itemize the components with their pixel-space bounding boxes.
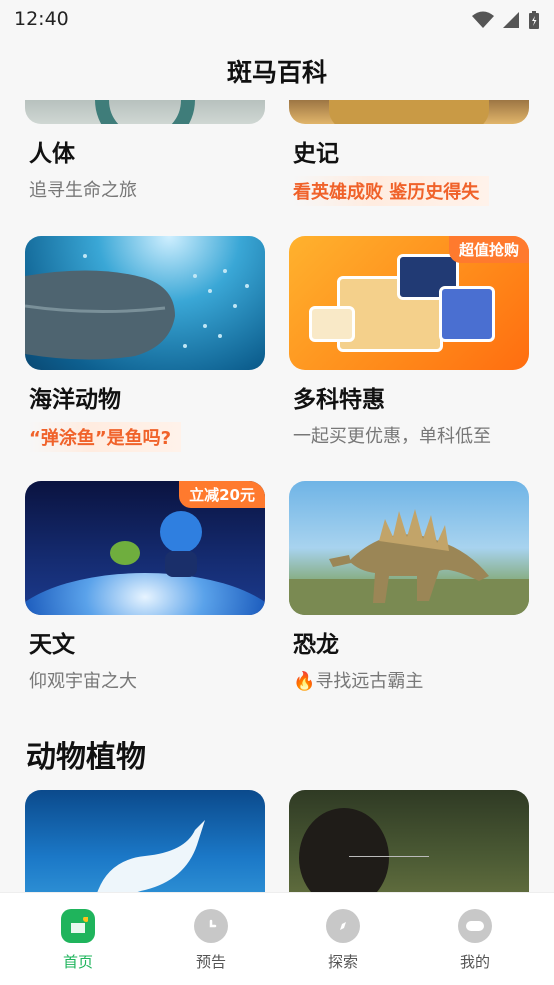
- card-subtitle: 仰观宇宙之大: [29, 671, 137, 692]
- card-title: 天文: [29, 632, 75, 658]
- card-subtitle: 看英雄成败 鉴历史得失: [293, 176, 490, 206]
- course-card-dinosaur[interactable]: 恐龙 🔥寻找远古霸主: [289, 481, 529, 693]
- tab-mine[interactable]: 我的: [435, 909, 515, 972]
- card-title: 史记: [293, 141, 339, 167]
- card-subtitle: 追寻生命之旅: [29, 180, 137, 201]
- signal-icon: [503, 12, 519, 28]
- status-time: 12:40: [14, 8, 69, 30]
- course-thumbnail: 立减20元: [25, 481, 265, 615]
- tab-label: 我的: [459, 953, 490, 971]
- card-subtitle: “弹涂鱼”是鱼吗?: [29, 422, 182, 452]
- course-thumbnail: [289, 481, 529, 615]
- tab-home[interactable]: 首页: [38, 909, 118, 972]
- card-subtitle-text: 寻找远古霸主: [315, 671, 424, 692]
- card-title: 多科特惠: [293, 387, 385, 413]
- tab-label: 探索: [327, 953, 358, 971]
- course-card-astronomy[interactable]: 立减20元 天文 仰观宇宙之大: [25, 481, 265, 693]
- section-title: 动物植物: [26, 740, 146, 775]
- course-card-ocean-animals[interactable]: 海洋动物 “弹涂鱼”是鱼吗?: [25, 236, 265, 452]
- promo-badge: 立减20元: [179, 481, 265, 508]
- profile-icon: [458, 909, 492, 943]
- content-scroll[interactable]: 人体 追寻生命之旅 史记 看英雄成败 鉴历史得失 海洋动物 “弹涂鱼”是鱼吗?: [0, 100, 554, 892]
- page-title: 斑马百科: [226, 58, 327, 87]
- course-card-chimpanzee[interactable]: [289, 790, 529, 892]
- home-icon: [61, 909, 95, 943]
- whale-illustration: [25, 254, 249, 360]
- course-card-beluga[interactable]: [25, 790, 265, 892]
- course-thumbnail: [289, 790, 529, 892]
- card-subtitle: 🔥寻找远古霸主: [293, 667, 529, 693]
- course-thumbnail: [289, 100, 529, 124]
- tab-label: 预告: [195, 953, 226, 971]
- card-title: 海洋动物: [29, 387, 121, 413]
- header: 斑马百科: [0, 50, 554, 96]
- clock-icon: [194, 909, 228, 943]
- tab-label: 首页: [62, 953, 93, 971]
- course-thumbnail: 超值抢购: [289, 236, 529, 370]
- dinosaur-illustration: [289, 509, 529, 615]
- wifi-icon: [472, 11, 494, 28]
- course-thumbnail: [25, 236, 265, 370]
- tab-explore[interactable]: 探索: [303, 909, 383, 972]
- card-title: 人体: [29, 141, 75, 167]
- bottom-tab-bar: 首页 预告 探索 我的: [0, 892, 554, 985]
- card-subtitle: 一起买更优惠，单科低至: [293, 426, 491, 447]
- promo-badge: 超值抢购: [448, 236, 529, 263]
- course-card-human-body[interactable]: 人体 追寻生命之旅: [25, 100, 265, 202]
- compass-icon: [326, 909, 360, 943]
- status-icons: [472, 10, 540, 30]
- battery-icon: [529, 11, 539, 29]
- course-card-multi-discount[interactable]: 超值抢购 多科特惠 一起买更优惠，单科低至: [289, 236, 529, 448]
- course-thumbnail: [25, 790, 265, 892]
- tab-preview[interactable]: 预告: [171, 909, 251, 972]
- status-bar: 12:40: [0, 0, 554, 40]
- course-thumbnail: [25, 100, 265, 124]
- card-title: 恐龙: [293, 632, 339, 658]
- beluga-illustration: [97, 820, 205, 892]
- course-card-history[interactable]: 史记 看英雄成败 鉴历史得失: [289, 100, 529, 206]
- fire-icon: 🔥: [293, 671, 316, 692]
